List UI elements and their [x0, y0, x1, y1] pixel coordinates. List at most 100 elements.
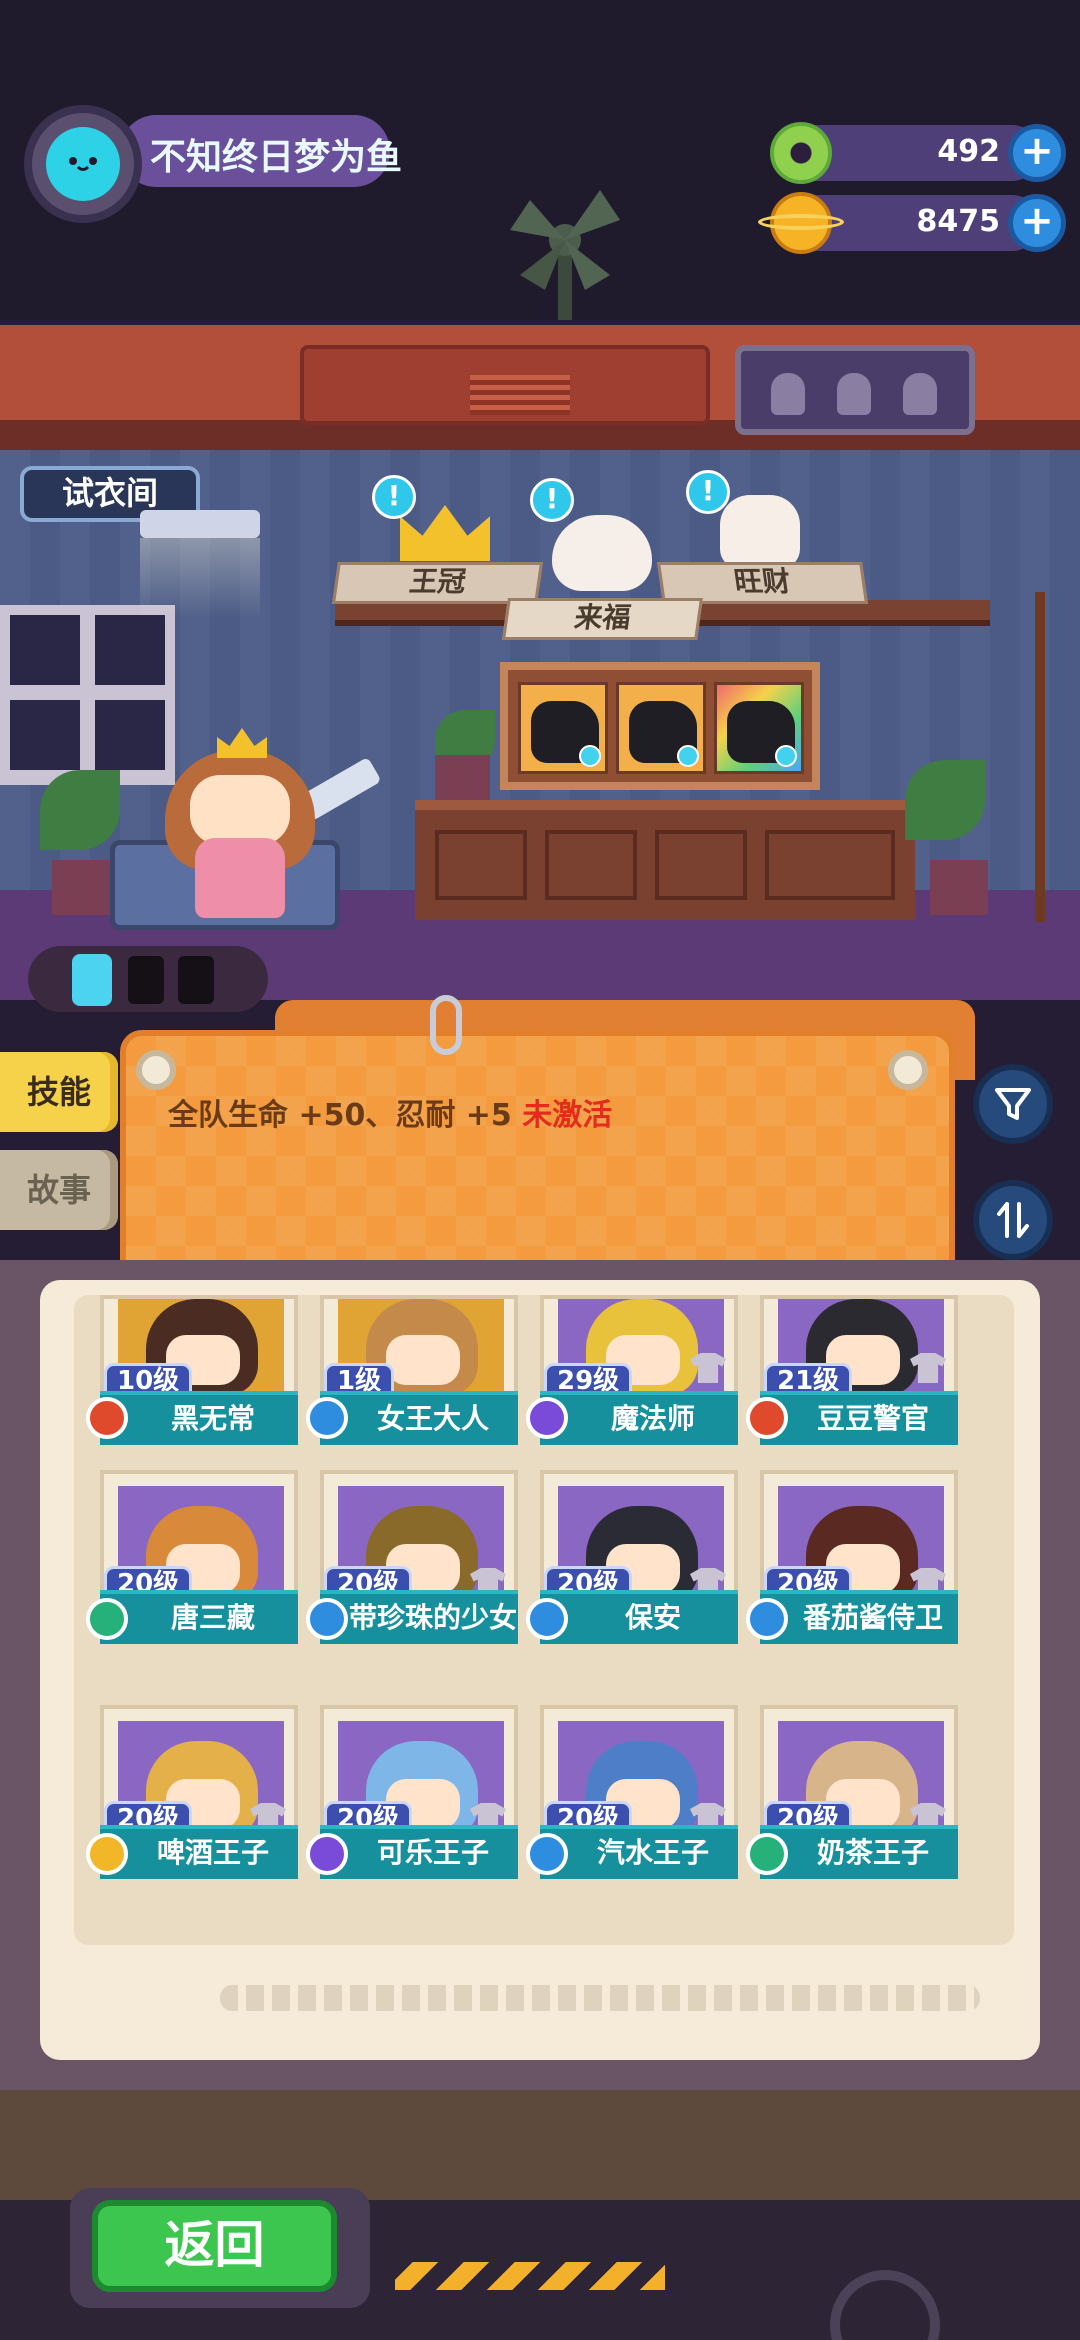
portrait-face — [386, 1335, 460, 1385]
character-card[interactable]: 20级 番茄酱侍卫 — [746, 1470, 958, 1680]
character-card[interactable]: 20级 唐三藏 — [86, 1470, 298, 1680]
character-name: 黑无常 — [100, 1391, 298, 1445]
locked-outfit-slot[interactable] — [518, 682, 608, 774]
pet-alert-icon[interactable]: ! — [372, 475, 416, 519]
plant-icon — [40, 770, 120, 850]
vent — [470, 375, 570, 415]
locked-outfit-slot[interactable] — [714, 682, 804, 774]
locked-outfit-slot[interactable] — [616, 682, 706, 774]
cat-face-icon — [46, 127, 120, 201]
add-coin-button[interactable]: + — [1008, 194, 1066, 252]
ghost-panel — [735, 345, 975, 435]
character-name: 保安 — [540, 1590, 738, 1644]
rarity-shield-icon — [746, 1397, 788, 1439]
rarity-shield-icon — [746, 1833, 788, 1875]
gem-icon — [677, 745, 699, 767]
character-card[interactable]: 20级 汽水王子 — [526, 1705, 738, 1915]
pet-alert-icon[interactable]: ! — [686, 470, 730, 514]
character-name: 啤酒王子 — [100, 1825, 298, 1879]
tab-skill[interactable]: 技能 — [0, 1052, 118, 1132]
rarity-shield-icon — [526, 1598, 568, 1640]
player-character[interactable] — [155, 720, 325, 920]
character-name: 可乐王子 — [320, 1825, 518, 1879]
character-name: 唐三藏 — [100, 1590, 298, 1644]
rarity-shield-icon — [306, 1397, 348, 1439]
energy-slot-empty — [178, 956, 214, 1004]
character-face — [190, 775, 290, 845]
ceiling-fan-icon — [510, 190, 620, 320]
ceiling-lamp — [140, 510, 260, 538]
rarity-shield-icon — [306, 1833, 348, 1875]
skill-status: 未激活 — [522, 1098, 613, 1133]
character-card[interactable]: 20级 保安 — [526, 1470, 738, 1680]
character-card[interactable]: 20级 啤酒王子 — [86, 1705, 298, 1915]
plant-pot — [435, 755, 490, 800]
cat-ear-right — [94, 135, 118, 153]
character-name: 带珍珠的少女 — [320, 1590, 518, 1644]
character-card[interactable]: 20级 奶茶王子 — [746, 1705, 958, 1915]
filter-icon — [995, 1088, 1031, 1120]
pet-name-laifu: 来福 — [502, 598, 703, 640]
dog-pet-icon[interactable] — [552, 515, 652, 591]
ghost-icon — [837, 373, 871, 415]
cat-pet-icon[interactable] — [720, 495, 800, 569]
lamp-light — [140, 538, 260, 618]
tiara-icon — [217, 728, 267, 758]
fitting-room-label: 试衣间 — [61, 474, 158, 512]
pin-icon — [888, 1050, 928, 1090]
coat-stand — [1035, 592, 1045, 922]
cat-ear-left — [60, 135, 84, 153]
desk-drawer — [435, 830, 527, 900]
sort-button[interactable] — [973, 1180, 1053, 1260]
energy-battery-icon — [72, 954, 112, 1006]
add-donut-button[interactable]: + — [1008, 124, 1066, 182]
rarity-shield-icon — [746, 1598, 788, 1640]
rarity-shield-icon — [526, 1833, 568, 1875]
character-name: 豆豆警官 — [760, 1391, 958, 1445]
donut-icon — [770, 122, 832, 184]
desk-drawer — [655, 830, 747, 900]
rarity-shield-icon — [86, 1598, 128, 1640]
coin-currency-value: 8475 — [916, 204, 1001, 239]
hazard-stripe — [395, 2262, 665, 2290]
window — [0, 605, 175, 785]
window-pane — [10, 700, 80, 770]
back-button[interactable]: 返回 — [92, 2200, 337, 2292]
rarity-shield-icon — [86, 1397, 128, 1439]
paper-clip-icon — [430, 995, 462, 1055]
plant-icon — [905, 760, 985, 840]
avatar[interactable] — [24, 105, 142, 223]
skill-description: 全队生命 +50、忍耐 +5 未激活 — [168, 1090, 612, 1134]
blurred-footnote — [220, 1985, 980, 2011]
energy-slot-empty — [128, 956, 164, 1004]
character-name: 魔法师 — [540, 1391, 738, 1445]
skill-bonus-text: 全队生命 +50、忍耐 +5 — [168, 1098, 512, 1133]
desk-drawer — [545, 830, 637, 900]
character-name: 番茄酱侍卫 — [760, 1590, 958, 1644]
plant-pot — [930, 860, 988, 915]
tab-story[interactable]: 故事 — [0, 1150, 118, 1230]
plant-pot — [52, 860, 110, 915]
character-card[interactable]: 20级 可乐王子 — [306, 1705, 518, 1915]
character-card[interactable]: 20级 带珍珠的少女 — [306, 1470, 518, 1680]
pin-icon — [136, 1050, 176, 1090]
character-name: 汽水王子 — [540, 1825, 738, 1879]
character-name: 奶茶王子 — [760, 1825, 958, 1879]
rarity-shield-icon — [526, 1397, 568, 1439]
desk-drawer — [765, 830, 895, 900]
planet-ring — [758, 214, 844, 230]
gem-icon — [775, 745, 797, 767]
cat-eyes — [69, 157, 97, 171]
ghost-icon — [771, 373, 805, 415]
ghost-icon — [903, 373, 937, 415]
gem-icon — [579, 745, 601, 767]
character-dress — [195, 838, 285, 918]
rarity-shield-icon — [306, 1598, 348, 1640]
sort-icon — [997, 1202, 1029, 1238]
filter-button[interactable] — [973, 1064, 1053, 1144]
username: 不知终日梦为鱼 — [150, 137, 403, 178]
character-name: 女王大人 — [320, 1391, 518, 1445]
skill-board — [120, 1030, 955, 1290]
display-case[interactable] — [500, 662, 820, 790]
pet-alert-icon[interactable]: ! — [530, 478, 574, 522]
